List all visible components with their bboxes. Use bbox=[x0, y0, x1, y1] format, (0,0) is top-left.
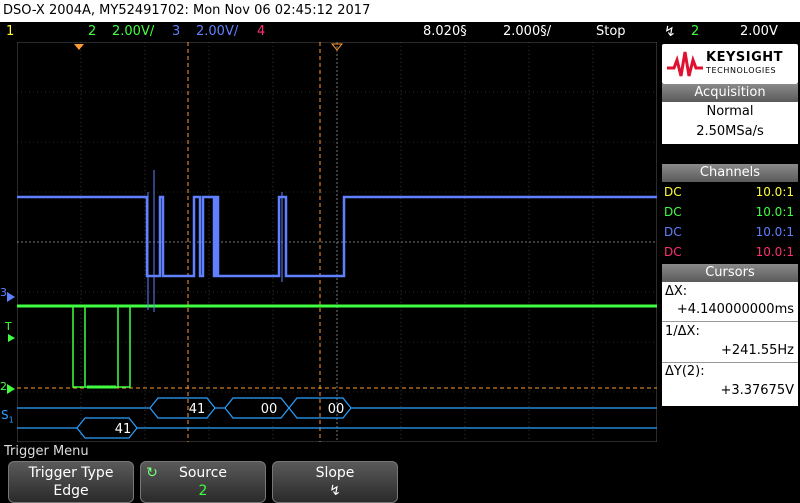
keysight-logo: KEYSIGHT TECHNOLOGIES bbox=[662, 44, 798, 84]
trigger-slope-icon: ↯ bbox=[664, 24, 676, 40]
ch4-number[interactable]: 4 bbox=[257, 22, 265, 42]
ch2-coupling: DC bbox=[664, 205, 682, 219]
ch3-scale: 2.00V/ bbox=[196, 24, 239, 39]
ch3-ground-marker[interactable]: 3 bbox=[0, 286, 7, 299]
inverse-delta-x-value: +241.55Hz bbox=[721, 343, 794, 358]
ch1-coupling: DC bbox=[664, 185, 682, 199]
decode-byte-lower: 41 bbox=[115, 422, 132, 437]
ch4-probe: 10.0:1 bbox=[755, 245, 794, 259]
logo-word-1: KEYSIGHT bbox=[706, 50, 783, 65]
source-label: Source bbox=[178, 465, 228, 481]
slope-value: ↯ bbox=[329, 483, 341, 499]
ch3-arrow-icon bbox=[7, 292, 15, 302]
status-bar: 1 2 2.00V/ 3 2.00V/ 4 8.020§ 2.000§/ Sto… bbox=[0, 22, 800, 42]
ch2-probe: 10.0:1 bbox=[755, 205, 794, 219]
decode-byte-3: 00 bbox=[328, 402, 345, 417]
title-bar: DSO-X 2004A, MY52491702: Mon Nov 06 02:4… bbox=[0, 0, 800, 22]
delta-y-value: +3.37675V bbox=[720, 383, 794, 398]
source-softkey[interactable]: ↻ Source 2 bbox=[140, 461, 266, 503]
time-scale: 2.000§/ bbox=[503, 24, 552, 39]
ch2-scale: 2.00V/ bbox=[112, 24, 155, 39]
ch2-arrow-icon bbox=[7, 384, 15, 394]
ch2-number[interactable]: 2 bbox=[88, 22, 96, 42]
run-state[interactable]: Stop bbox=[596, 22, 626, 42]
acquisition-mode: Normal bbox=[706, 104, 754, 119]
delta-x-value: +4.140000000ms bbox=[676, 302, 794, 317]
acquisition-body[interactable]: Normal 2.50MSa/s bbox=[662, 102, 798, 144]
logo-word-2: TECHNOLOGIES bbox=[706, 66, 777, 75]
ch3-probe: 10.0:1 bbox=[755, 225, 794, 239]
cursor-divider-2 bbox=[662, 362, 798, 363]
title-text: DSO-X 2004A, MY52491702: Mon Nov 06 02:4… bbox=[3, 3, 371, 18]
decode-byte-1: 41 bbox=[189, 402, 206, 417]
trigger-type-label: Trigger Type bbox=[28, 465, 114, 481]
trigger-type-value: Edge bbox=[53, 483, 89, 499]
ch3-coupling: DC bbox=[664, 225, 682, 239]
slope-softkey[interactable]: Slope ↯ bbox=[272, 461, 398, 503]
trigger-arrow-icon bbox=[8, 334, 15, 342]
trigger-channel: 2 bbox=[691, 24, 700, 39]
channels-header: Channels bbox=[662, 164, 798, 182]
keysight-wave-icon bbox=[667, 51, 703, 77]
serial-bus-letter: S bbox=[1, 408, 9, 422]
trigger-level-marker[interactable]: T bbox=[5, 320, 12, 333]
waveform-display[interactable]: 41 00 00 41 bbox=[17, 42, 657, 442]
ch4-coupling: DC bbox=[664, 245, 682, 259]
delta-x-label: ΔX: bbox=[665, 284, 688, 299]
trigger-type-softkey[interactable]: Trigger Type Edge bbox=[8, 461, 134, 503]
ch2-ground-marker[interactable]: 2 bbox=[0, 380, 7, 393]
time-position: 8.020§ bbox=[423, 24, 467, 39]
inverse-delta-x-label: 1/ΔX: bbox=[665, 324, 700, 339]
cursors-header: Cursors bbox=[662, 264, 798, 282]
acquisition-header: Acquisition bbox=[662, 84, 798, 102]
channel-row-1[interactable]: DC 10.0:1 bbox=[662, 182, 798, 202]
ch3-number[interactable]: 3 bbox=[172, 22, 180, 42]
source-value: 2 bbox=[198, 483, 208, 499]
graticule bbox=[17, 42, 657, 442]
trigger-level: 2.00V bbox=[740, 24, 778, 39]
channel-row-4[interactable]: DC 10.0:1 bbox=[662, 242, 798, 262]
acquisition-rate: 2.50MSa/s bbox=[696, 124, 764, 139]
slope-label: Slope bbox=[315, 465, 355, 481]
trigger-position-marker bbox=[74, 44, 84, 50]
serial-bus-index: 1 bbox=[8, 415, 14, 425]
ch3-waveform bbox=[17, 195, 657, 278]
channel-row-2[interactable]: DC 10.0:1 bbox=[662, 202, 798, 222]
cursor-divider-1 bbox=[662, 321, 798, 322]
ch1-probe: 10.0:1 bbox=[755, 185, 794, 199]
channel-row-3[interactable]: DC 10.0:1 bbox=[662, 222, 798, 242]
cursors-body[interactable]: ΔX: +4.140000000ms 1/ΔX: +241.55Hz ΔY(2)… bbox=[662, 282, 798, 406]
ch1-number[interactable]: 1 bbox=[6, 22, 14, 42]
delta-y-label: ΔY(2): bbox=[665, 364, 705, 379]
decode-byte-2: 00 bbox=[261, 402, 278, 417]
serial-bus-marker[interactable]: S1 bbox=[1, 408, 14, 424]
menu-title: Trigger Menu bbox=[0, 443, 800, 461]
